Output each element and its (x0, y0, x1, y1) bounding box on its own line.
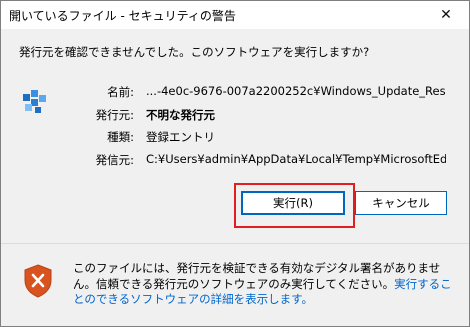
publisher-label: 発行元: (95, 108, 134, 122)
footer-message: このファイルには、発行元を検証できる有効なデジタル署名がありません。信頼できる発… (73, 261, 461, 308)
from-value: C:¥Users¥admin¥AppData¥Local¥Temp¥Micros… (146, 152, 446, 166)
name-label: 名前: (107, 85, 134, 99)
close-button[interactable]: ✕ (423, 1, 469, 29)
footer: このファイルには、発行元を検証できる有効なデジタル署名がありません。信頼できる発… (1, 244, 469, 326)
run-button[interactable]: 実行(R) (241, 191, 345, 215)
dialog-content: 発行元を確認できませんでした。このソフトウェアを実行しますか? 名前: ...-… (1, 29, 469, 243)
shield-warning-icon (24, 264, 52, 298)
type-label: 種類: (107, 130, 134, 144)
publisher-value: 不明な発行元 (146, 108, 215, 122)
type-value: 登録エントリ (146, 130, 215, 144)
question-text: 発行元を確認できませんでした。このソフトウェアを実行しますか? (19, 45, 370, 59)
security-warning-dialog: 開いているファイル - セキュリティの警告 ✕ 発行元を確認できませんでした。こ… (0, 0, 470, 327)
from-label: 発信元: (95, 153, 134, 167)
close-icon: ✕ (440, 7, 452, 23)
footer-text: このファイルには、発行元を検証できる有効なデジタル署名がありません。信頼できる発… (73, 261, 441, 291)
cancel-button[interactable]: キャンセル (355, 191, 447, 215)
window-title: 開いているファイル - セキュリティの警告 (9, 9, 236, 23)
title-bar[interactable]: 開いているファイル - セキュリティの警告 ✕ (1, 1, 469, 29)
name-value: ...-4e0c-9676-007a2200252c¥Windows_Updat… (146, 84, 446, 98)
